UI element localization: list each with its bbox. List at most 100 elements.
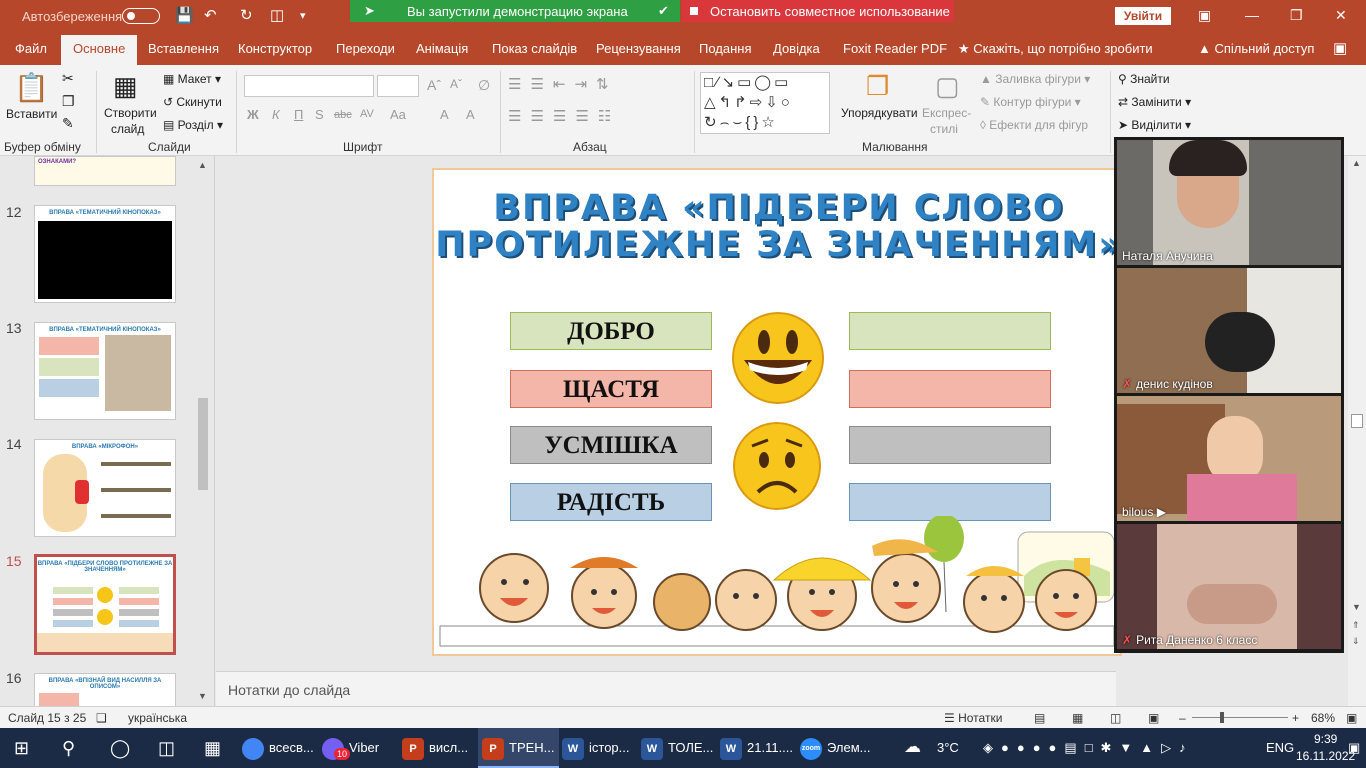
italic-button[interactable]: К <box>272 107 280 122</box>
thumbnail-11[interactable]: ОЗНАКАМИ? <box>34 156 176 186</box>
grow-font-icon[interactable]: Aˆ <box>427 77 441 93</box>
strikethrough-button[interactable]: abc <box>334 109 352 121</box>
find-button[interactable]: ⚲ Знайти <box>1118 72 1170 86</box>
stop-share-button[interactable]: Остановить совместное использование <box>682 0 954 22</box>
scroll-down-icon[interactable]: ▼ <box>198 691 207 701</box>
tab-foxit[interactable]: Foxit Reader PDF <box>843 41 947 56</box>
shape-outline-button[interactable]: ✎ Контур фігури ▾ <box>980 95 1081 109</box>
arrange-icon[interactable]: ❐ <box>866 71 889 102</box>
slide-canvas[interactable]: ВПРАВА «ПІДБЕРИ СЛОВО ПРОТИЛЕЖНЕ ЗА ЗНАЧ… <box>432 168 1122 656</box>
scroll-down-icon[interactable]: ▼ <box>1352 602 1361 612</box>
clock-date[interactable]: 16.11.2022 <box>1296 749 1355 763</box>
windows-start-icon[interactable]: ⊞ <box>14 728 29 768</box>
format-painter-icon[interactable]: ✎ <box>62 115 74 132</box>
comments-icon[interactable]: ▣ <box>1333 39 1347 57</box>
search-icon[interactable]: ⚲ <box>62 728 75 768</box>
shape-effects-button[interactable]: ◊ Ефекти для фігур <box>980 118 1088 132</box>
tab-help[interactable]: Довідка <box>773 41 820 56</box>
next-slide-icon[interactable]: ⇓ <box>1352 636 1360 647</box>
ribbon-display-icon[interactable]: ▣ <box>1198 7 1211 24</box>
tab-insert[interactable]: Вставлення <box>148 41 219 56</box>
quick-styles-label-2[interactable]: стилі <box>930 122 958 136</box>
shape-fill-button[interactable]: ▲ Заливка фігури ▾ <box>980 72 1090 86</box>
taskbar-powerpoint-1[interactable]: Pвисл... <box>402 728 468 768</box>
spellcheck-icon[interactable]: ❑ <box>96 711 107 725</box>
underline-button[interactable]: П <box>294 107 303 122</box>
copy-icon[interactable]: ❐ <box>62 93 75 110</box>
arrange-button[interactable]: Упорядкувати <box>841 106 918 120</box>
taskbar-zoom[interactable]: zoom Элем... <box>800 728 871 768</box>
tab-transitions[interactable]: Переходи <box>336 41 395 56</box>
fit-to-window-icon[interactable]: ▣ <box>1346 711 1357 725</box>
thumbnail-14[interactable]: ВПРАВА «МІКРОФОН» <box>34 439 176 537</box>
slide-title[interactable]: ВПРАВА «ПІДБЕРИ СЛОВО ПРОТИЛЕЖНЕ ЗА ЗНАЧ… <box>434 190 1124 264</box>
shadow-button[interactable]: S <box>315 107 324 122</box>
shrink-font-icon[interactable]: Aˇ <box>450 77 462 91</box>
quick-styles-label-1[interactable]: Експрес- <box>922 106 971 120</box>
taskbar-word-1[interactable]: Wістор... <box>562 728 630 768</box>
slideshow-icon[interactable]: ▣ <box>1148 711 1159 725</box>
children-illustration[interactable] <box>434 516 1120 654</box>
tab-file[interactable]: Файл <box>15 41 47 56</box>
replace-button[interactable]: ⇄ Замінити ▾ <box>1118 95 1191 109</box>
new-slide-label-1[interactable]: Створити <box>104 106 157 120</box>
section-button[interactable]: ▤ Розділ ▾ <box>163 118 223 132</box>
task-view-icon[interactable]: ◫ <box>158 728 175 768</box>
clock-time[interactable]: 9:39 <box>1314 732 1337 746</box>
taskbar-viber[interactable]: Viber 10 <box>322 728 379 768</box>
share-button[interactable]: ▲ Спільний доступ <box>1198 41 1314 56</box>
bold-button[interactable]: Ж <box>247 107 259 122</box>
notes-toggle[interactable]: ☰ Нотатки <box>944 711 1002 725</box>
taskbar-word-2[interactable]: W ТОЛЕ... <box>641 728 713 768</box>
paste-icon[interactable]: 📋 <box>14 71 49 104</box>
font-size-input[interactable] <box>377 75 419 97</box>
align-buttons[interactable]: ☰☰☰☰☷ <box>508 107 620 125</box>
calculator-icon[interactable]: ▦ <box>204 728 221 768</box>
change-case-button[interactable]: Aa <box>390 107 406 122</box>
save-icon[interactable]: 💾 <box>175 6 194 24</box>
sign-in-button[interactable]: Увійти <box>1115 7 1171 25</box>
clear-format-icon[interactable]: ∅ <box>478 77 490 94</box>
tab-home[interactable]: Основне <box>61 35 138 65</box>
zoom-slider[interactable] <box>1192 717 1288 718</box>
taskbar-chrome[interactable]: всесв... <box>242 728 314 768</box>
minimize-button[interactable]: — <box>1245 7 1259 23</box>
autosave-toggle[interactable] <box>122 8 160 24</box>
participant-tile-3[interactable]: bilous ▶ <box>1117 396 1341 521</box>
list-buttons[interactable]: ☰☰⇤⇥⇅ <box>508 75 618 93</box>
highlight-button[interactable]: A <box>440 107 449 122</box>
worried-face-icon[interactable] <box>732 422 822 510</box>
participant-tile-1[interactable]: Наталя Анучина <box>1117 140 1341 265</box>
close-button[interactable]: ✕ <box>1335 7 1347 24</box>
language-indicator[interactable]: українська <box>128 711 187 725</box>
thumbnail-15-selected[interactable]: ВПРАВА «ПІДБЕРИ СЛОВО ПРОТИЛЕЖНЕ ЗА ЗНАЧ… <box>34 554 176 655</box>
tray-icons[interactable]: ◈●●●●▤□✱▼▲▷♪ <box>983 740 1194 756</box>
char-spacing-button[interactable]: AV <box>360 108 374 120</box>
paste-button[interactable]: Вставити <box>6 107 57 121</box>
taskbar-powerpoint-2[interactable]: P ТРЕН... <box>478 728 559 768</box>
tab-design[interactable]: Конструктор <box>238 41 312 56</box>
zoom-slider-thumb[interactable] <box>1220 712 1224 723</box>
thumbnail-13[interactable]: ВПРАВА «ТЕМАТИЧНИЙ КІНОПОКАЗ» <box>34 322 176 420</box>
tell-me-search[interactable]: ★ Скажіть, що потрібно зробити <box>958 41 1153 57</box>
thumbnail-12[interactable]: ВПРАВА «ТЕМАТИЧНИЙ КІНОПОКАЗ» <box>34 205 176 303</box>
font-name-input[interactable] <box>244 75 374 97</box>
quick-styles-icon[interactable]: ▢ <box>935 71 960 102</box>
redo-icon[interactable]: ↻ <box>240 6 253 24</box>
zoom-in-button[interactable]: + <box>1292 711 1299 725</box>
taskbar-word-3[interactable]: W 21.11.... <box>720 728 793 768</box>
notifications-icon[interactable]: ▣ <box>1348 740 1360 756</box>
word-box-shchastia[interactable]: ЩАСТЯ <box>510 370 712 408</box>
present-icon[interactable]: ◫ <box>270 6 284 24</box>
maximize-button[interactable]: ❐ <box>1290 7 1303 24</box>
new-slide-label-2[interactable]: слайд <box>111 122 144 136</box>
undo-icon[interactable]: ↶ <box>204 6 217 24</box>
answer-box-2[interactable] <box>849 370 1051 408</box>
zoom-out-button[interactable]: – <box>1179 711 1186 725</box>
slide-sorter-icon[interactable]: ▦ <box>1072 711 1083 725</box>
prev-slide-icon[interactable]: ⇑ <box>1352 620 1360 631</box>
cut-icon[interactable]: ✂ <box>62 70 74 87</box>
tab-animations[interactable]: Анімація <box>416 41 468 56</box>
cortana-icon[interactable]: ◯ <box>110 728 130 768</box>
scroll-up-icon[interactable]: ▲ <box>1352 158 1361 168</box>
